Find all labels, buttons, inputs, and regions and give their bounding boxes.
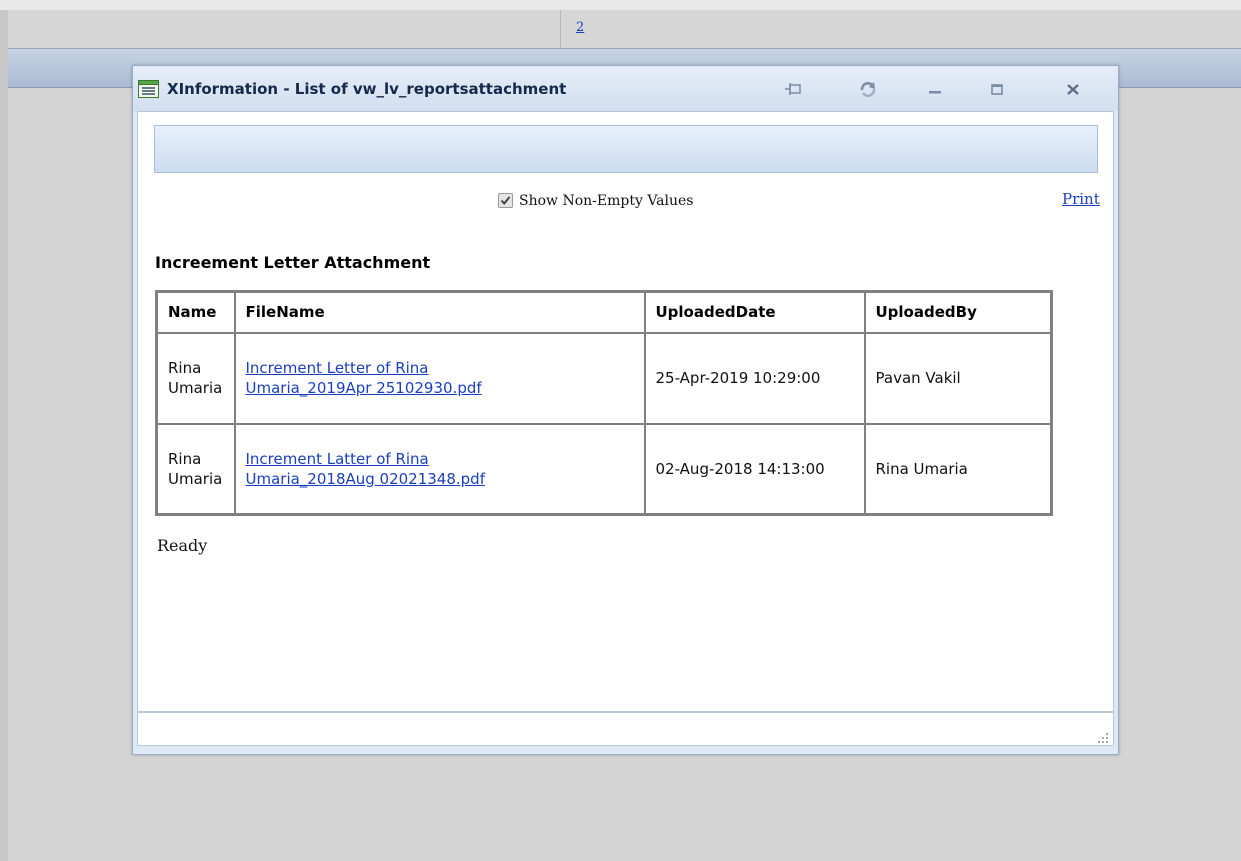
cell-filename: Increment Letter of Rina Umaria_2019Apr …	[233, 331, 646, 425]
options-row: Show Non-Empty Values Print	[138, 190, 1113, 214]
file-link[interactable]: Increment Letter of Rina Umaria_2019Apr …	[246, 358, 536, 398]
dialog-titlebar[interactable]: XInformation - List of vw_lv_reportsatta…	[133, 66, 1118, 111]
table-header-row: Name FileName UploadedDate UploadedBy	[155, 290, 1053, 334]
status-text: Ready	[157, 536, 208, 555]
background-pager-divider	[560, 10, 561, 48]
print-link[interactable]: Print	[1062, 190, 1100, 208]
section-title: Increement Letter Attachment	[155, 253, 431, 272]
column-header-filename: FileName	[233, 290, 646, 334]
show-non-empty-checkbox[interactable]	[498, 193, 513, 208]
pin-icon[interactable]	[783, 78, 805, 100]
cell-name: Rina Umaria	[155, 331, 236, 425]
cell-name: Rina Umaria	[155, 422, 236, 516]
cell-filename: Increment Latter of Rina Umaria_2018Aug …	[233, 422, 646, 516]
refresh-icon[interactable]	[857, 78, 879, 100]
cell-uploaded-by: Rina Umaria	[863, 422, 1053, 516]
minimize-icon[interactable]	[924, 78, 946, 100]
cell-uploaded-by: Pavan Vakil	[863, 331, 1053, 425]
file-link[interactable]: Increment Latter of Rina Umaria_2018Aug …	[246, 449, 536, 489]
dialog-toolbar	[154, 125, 1098, 173]
table-row: Rina Umaria Increment Letter of Rina Uma…	[155, 331, 1053, 425]
attachment-table: Name FileName UploadedDate UploadedBy Ri…	[155, 290, 1053, 516]
dialog-statusbar	[137, 712, 1114, 746]
show-non-empty-label[interactable]: Show Non-Empty Values	[519, 193, 693, 209]
background-left-strip	[0, 10, 8, 861]
column-header-uploaded-date: UploadedDate	[643, 290, 866, 334]
dialog-title: XInformation - List of vw_lv_reportsatta…	[167, 80, 567, 98]
cell-uploaded-date: 25-Apr-2019 10:29:00	[643, 331, 866, 425]
resize-grip-icon[interactable]	[1097, 729, 1109, 743]
xinformation-dialog: XInformation - List of vw_lv_reportsatta…	[132, 65, 1119, 755]
page-2-link[interactable]: 2	[576, 20, 584, 35]
table-row: Rina Umaria Increment Latter of Rina Uma…	[155, 422, 1053, 516]
dialog-content: Show Non-Empty Values Print Increement L…	[137, 111, 1114, 712]
column-header-uploaded-by: UploadedBy	[863, 290, 1053, 334]
list-window-icon	[138, 80, 159, 98]
column-header-name: Name	[155, 290, 236, 334]
maximize-icon[interactable]	[986, 78, 1008, 100]
background-pager-row	[8, 10, 1241, 48]
close-icon[interactable]	[1062, 78, 1084, 100]
cell-uploaded-date: 02-Aug-2018 14:13:00	[643, 422, 866, 516]
